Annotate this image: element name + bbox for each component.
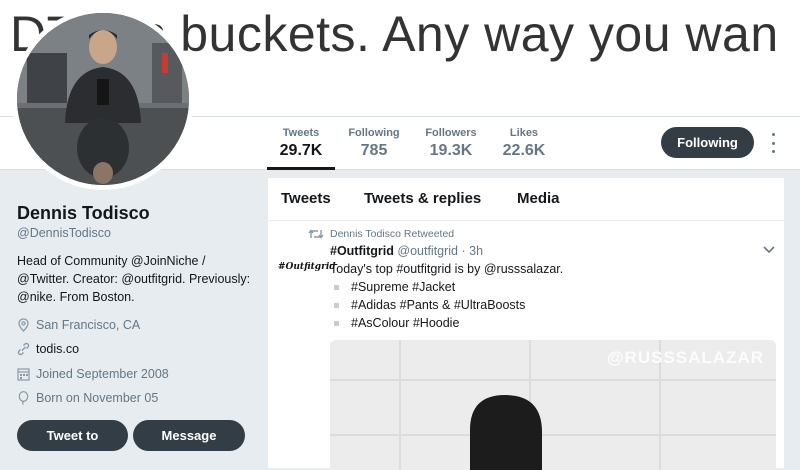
avatar-photo — [17, 13, 189, 185]
nav-stat-value: 22.6K — [502, 142, 546, 159]
website-link[interactable]: todis.co — [36, 342, 79, 356]
nav-stat-tweets[interactable]: Tweets 29.7K — [267, 117, 335, 170]
retweet-note[interactable]: Dennis Todisco Retweeted — [330, 228, 454, 240]
tweet-list-item-text: #Adidas #Pants & #UltraBoosts — [351, 298, 526, 312]
more-options-icon[interactable] — [768, 133, 778, 153]
tweet-author-handle[interactable]: @outfitgrid — [397, 244, 458, 258]
born-text: Born on November 05 — [36, 391, 159, 405]
profile-bio: Head of Community @JoinNiche / @Twitter.… — [17, 254, 251, 304]
tweet-list-item: #AsColour #Hoodie — [334, 316, 459, 330]
message-button[interactable]: Message — [133, 420, 245, 451]
nav-stat-label: Following — [348, 127, 400, 139]
balloon-icon — [18, 391, 29, 405]
tweet-header: #Outfitgrid @outfitgrid · 3h — [330, 244, 483, 258]
following-button[interactable]: Following — [661, 127, 754, 158]
nav-stat-label: Followers — [425, 127, 477, 139]
tab-media[interactable]: Media — [517, 190, 560, 207]
tweet-text: Today's top #outfitgrid is by @russsalaz… — [330, 262, 564, 276]
tab-tweets[interactable]: Tweets — [281, 190, 331, 207]
timeline: Tweets Tweets & replies Media Dennis Tod… — [268, 178, 784, 470]
nav-stat-label: Likes — [509, 127, 539, 139]
chevron-down-icon[interactable] — [763, 246, 775, 254]
tweet-timestamp[interactable]: · 3h — [462, 244, 484, 258]
location-text: San Francisco, CA — [36, 318, 141, 332]
tweet-list-item: #Supreme #Jacket — [334, 280, 455, 294]
location-pin-icon — [18, 318, 29, 332]
timeline-tabs: Tweets Tweets & replies Media — [268, 178, 784, 221]
bullet-square-icon — [334, 284, 339, 290]
bullet-square-icon — [334, 320, 339, 326]
link-icon — [17, 342, 30, 356]
profile-handle[interactable]: @DennisTodisco — [17, 226, 111, 240]
nav-stat-following[interactable]: Following 785 — [345, 117, 403, 170]
profile-name[interactable]: Dennis Todisco — [17, 203, 150, 224]
bullet-square-icon — [334, 302, 339, 308]
retweet-context: Dennis Todisco Retweeted — [308, 228, 454, 240]
joined-text: Joined September 2008 — [36, 367, 169, 381]
retweet-icon — [308, 229, 324, 239]
tweet-list-item: #Adidas #Pants & #UltraBoosts — [334, 298, 525, 312]
profile-joined: Joined September 2008 — [17, 367, 169, 381]
tweet-list-item-text: #Supreme #Jacket — [351, 280, 456, 294]
tweet-image[interactable]: @RUSSSALAZAR — [330, 340, 776, 470]
profile-location: San Francisco, CA — [17, 318, 140, 332]
nav-stat-followers[interactable]: Followers 19.3K — [420, 117, 482, 170]
tweet-author-avatar-logo[interactable]: #Outfitgrid — [278, 262, 336, 272]
image-watermark: @RUSSSALAZAR — [606, 348, 764, 367]
nav-stat-label: Tweets — [282, 127, 320, 139]
calendar-icon — [17, 368, 30, 381]
nav-stat-value: 19.3K — [429, 142, 473, 159]
profile-website[interactable]: todis.co — [17, 342, 79, 356]
nav-stat-value: 29.7K — [279, 142, 323, 159]
avatar[interactable] — [12, 8, 194, 190]
nav-stat-value: 785 — [360, 142, 388, 159]
tweet-list-item-text: #AsColour #Hoodie — [351, 316, 460, 330]
tweet-to-button[interactable]: Tweet to — [17, 420, 128, 451]
profile-birthday: Born on November 05 — [17, 391, 158, 405]
nav-stat-likes[interactable]: Likes 22.6K — [500, 117, 548, 170]
tab-tweets-and-replies[interactable]: Tweets & replies — [364, 190, 481, 207]
tweet-author-name[interactable]: #Outfitgrid — [330, 244, 394, 258]
